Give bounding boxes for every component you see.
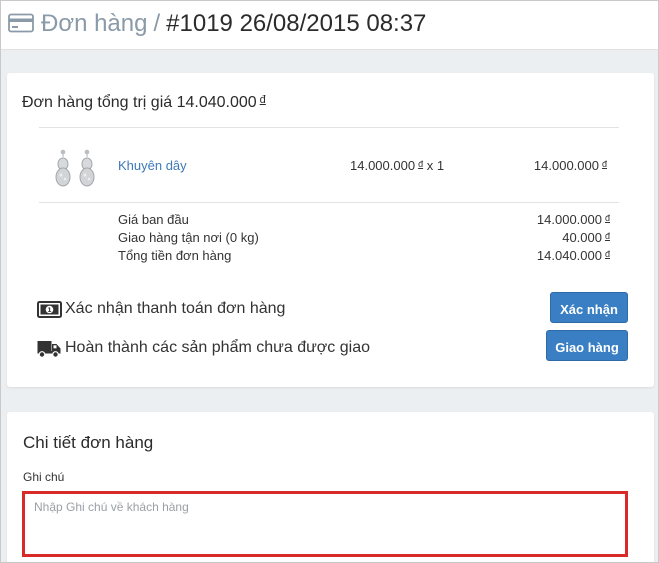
svg-text:1: 1 bbox=[47, 307, 51, 314]
note-label: Ghi chú bbox=[23, 470, 65, 484]
currency-symbol: đ bbox=[604, 249, 610, 259]
product-price-qty: 14.000.000 đ x 1 bbox=[350, 158, 444, 173]
product-line-total-value: 14.000.000 bbox=[533, 158, 599, 173]
shipping-fee-row: Giao hàng tận nơi (0 kg) 40.000 đ bbox=[118, 230, 610, 248]
credit-card-icon bbox=[8, 13, 34, 33]
product-line-total: 14.000.000 đ bbox=[534, 158, 607, 173]
subtotal-row: Giá ban đầu 14.000.000 đ bbox=[118, 212, 610, 230]
currency-symbol: đ bbox=[418, 159, 424, 169]
currency-symbol: đ bbox=[604, 231, 610, 241]
currency-symbol: đ bbox=[601, 159, 607, 169]
order-total-heading: Đơn hàng tổng trị giá 14.040.000 đ bbox=[22, 94, 266, 112]
currency-symbol: đ bbox=[604, 213, 610, 223]
order-total-text: Đơn hàng tổng trị giá 14.040.000 bbox=[22, 94, 257, 111]
grand-total-value: 14.040.000 đ bbox=[537, 248, 610, 263]
ship-items-button[interactable]: Giao hàng bbox=[546, 330, 628, 361]
page-header: Đơn hàng / #1019 26/08/2015 08:37 bbox=[1, 1, 658, 50]
product-thumbnail[interactable] bbox=[49, 146, 99, 190]
shipping-fee-value: 40.000 đ bbox=[562, 230, 610, 245]
subtotal-label: Giá ban đầu bbox=[118, 212, 189, 227]
shipping-fee-label: Giao hàng tận nơi (0 kg) bbox=[118, 230, 259, 245]
confirm-payment-button[interactable]: Xác nhận bbox=[550, 292, 628, 323]
page-title: #1019 26/08/2015 08:37 bbox=[166, 10, 427, 37]
money-bill-icon: 1 bbox=[37, 301, 62, 318]
shipping-complete-text: Hoàn thành các sản phẩm chưa được giao bbox=[65, 339, 370, 356]
divider bbox=[39, 202, 619, 203]
grand-total-label: Tổng tiền đơn hàng bbox=[118, 248, 232, 263]
grand-total-amount: 14.040.000 bbox=[536, 248, 602, 263]
subtotal-amount: 14.000.000 bbox=[536, 212, 602, 227]
order-details-title: Chi tiết đơn hàng bbox=[23, 433, 154, 452]
order-detail-window: Đơn hàng / #1019 26/08/2015 08:37 Đơn hàng… bbox=[0, 0, 659, 563]
breadcrumb: Đơn hàng / #1019 26/08/2015 08:37 bbox=[41, 10, 426, 38]
product-name-link[interactable]: Khuyên dây bbox=[118, 158, 187, 173]
product-quantity: x 1 bbox=[426, 158, 445, 173]
note-textarea[interactable] bbox=[25, 494, 625, 554]
order-summary-card: Đơn hàng tổng trị giá 14.040.000 đ Khuyên… bbox=[7, 73, 654, 387]
product-unit-price: 14.000.000 bbox=[350, 158, 416, 173]
breadcrumb-separator: / bbox=[153, 10, 161, 37]
shipping-fee-amount: 40.000 bbox=[562, 230, 602, 245]
note-field-highlight bbox=[22, 491, 628, 557]
payment-confirm-text: Xác nhận thanh toán đơn hàng bbox=[65, 300, 286, 317]
order-details-card: Chi tiết đơn hàng Ghi chú bbox=[7, 412, 654, 562]
truck-icon bbox=[37, 341, 61, 358]
breadcrumb-orders-link[interactable]: Đơn hàng bbox=[41, 10, 147, 37]
currency-symbol: đ bbox=[259, 94, 266, 106]
subtotal-value: 14.000.000 đ bbox=[537, 212, 610, 227]
grand-total-row: Tổng tiền đơn hàng 14.040.000 đ bbox=[118, 248, 610, 266]
divider bbox=[39, 127, 619, 128]
